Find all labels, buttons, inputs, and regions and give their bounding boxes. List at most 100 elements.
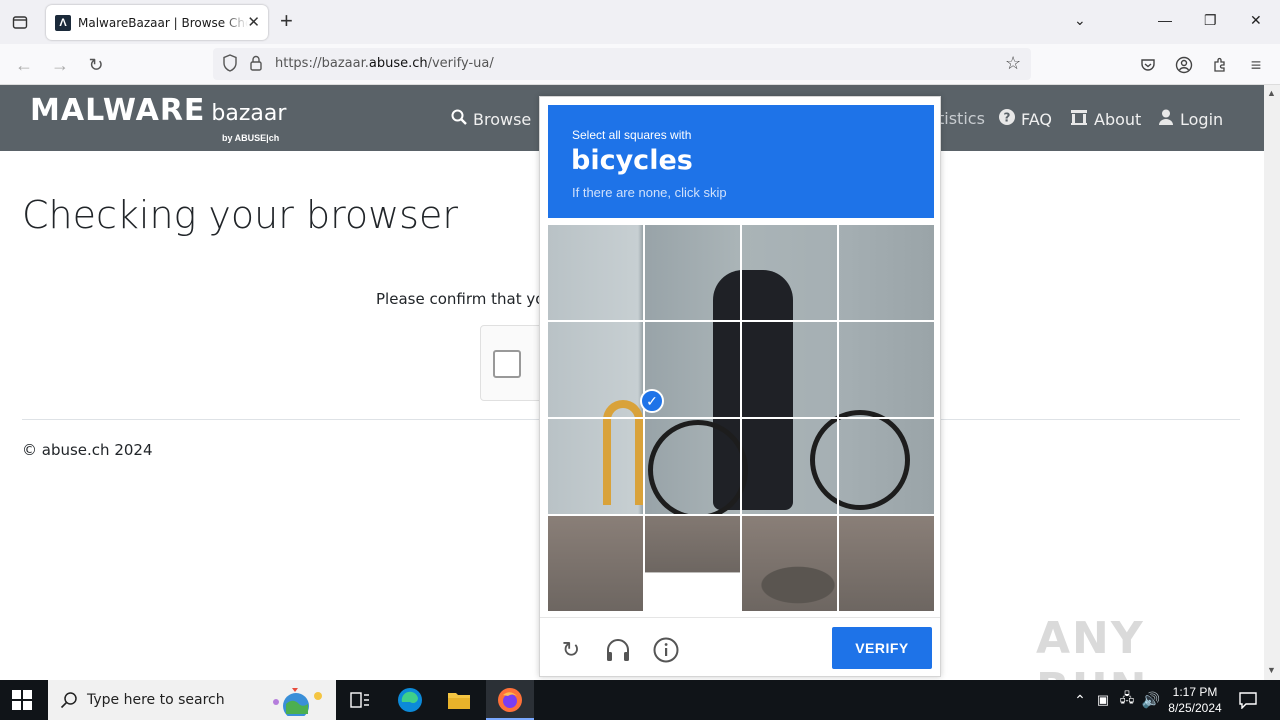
captcha-prompt-text: Select all squares with <box>572 128 692 142</box>
nav-browse[interactable]: Browse <box>451 109 531 129</box>
bollard <box>603 419 643 505</box>
captcha-tile-image <box>548 516 643 611</box>
captcha-tile-image <box>742 419 837 514</box>
captcha-tile[interactable] <box>839 516 934 611</box>
menu-hamburger-icon[interactable]: ≡ <box>1245 54 1267 76</box>
nav-login[interactable]: Login <box>1158 109 1223 129</box>
captcha-tile[interactable] <box>839 419 934 514</box>
tab-malwarebazaar[interactable]: Λ MalwareBazaar | Browse Checkin ✕ <box>46 5 268 40</box>
scroll-down-arrow-icon[interactable]: ▼ <box>1267 665 1276 675</box>
volume-icon[interactable]: 🔊 <box>1137 686 1165 714</box>
nav-login-label: Login <box>1180 109 1224 129</box>
captcha-tile[interactable] <box>548 225 643 320</box>
firefox-icon[interactable] <box>496 686 524 714</box>
captcha-tile-image <box>645 225 740 320</box>
captcha-tile[interactable] <box>645 225 740 320</box>
scroll-up-arrow-icon[interactable]: ▲ <box>1267 88 1276 98</box>
notification-center-icon[interactable] <box>1234 686 1262 714</box>
captcha-tile[interactable] <box>839 322 934 417</box>
captcha-challenge: Select all squares with bicycles If ther… <box>539 96 941 677</box>
verify-button[interactable]: VERIFY <box>832 627 932 669</box>
nav-about[interactable]: About <box>1070 109 1141 129</box>
browser-navbar: ← → ↻ https://bazaar.abuse.ch/verify-ua/… <box>0 44 1280 85</box>
hcaptcha-checkbox[interactable] <box>493 350 521 378</box>
info-icon[interactable] <box>652 636 680 664</box>
cyclist-figure <box>713 322 740 417</box>
site-favicon-icon: Λ <box>55 14 71 31</box>
captcha-skip-hint: If there are none, click skip <box>572 185 727 200</box>
extensions-icon[interactable] <box>1209 54 1231 76</box>
captcha-tile-image <box>548 322 643 417</box>
captcha-tile-image <box>645 516 740 573</box>
clock-date: 8/25/2024 <box>1168 701 1222 715</box>
captcha-tile[interactable] <box>742 322 837 417</box>
captcha-tile-image <box>839 225 934 320</box>
taskbar-search-box[interactable]: Type here to search <box>48 680 336 720</box>
captcha-prompt-header: Select all squares with bicycles If ther… <box>548 105 934 218</box>
nav-faq-label: FAQ <box>1021 109 1052 129</box>
captcha-tile-image <box>548 225 643 320</box>
close-window-button[interactable]: ✕ <box>1250 12 1262 29</box>
task-view-icon[interactable] <box>346 686 374 714</box>
captcha-tile[interactable] <box>742 516 837 611</box>
bicycle-wheel <box>648 420 740 514</box>
captcha-tile[interactable] <box>742 225 837 320</box>
forward-arrow-icon[interactable]: → <box>49 54 71 76</box>
edge-browser-icon[interactable] <box>396 686 424 714</box>
captcha-tile[interactable] <box>548 322 643 417</box>
account-icon[interactable] <box>1173 54 1195 76</box>
captcha-tile[interactable] <box>548 419 643 514</box>
captcha-tile[interactable] <box>645 516 740 611</box>
url-bar[interactable]: https://bazaar.abuse.ch/verify-ua/ ☆ <box>213 48 1031 80</box>
captcha-tile-image <box>742 322 837 417</box>
shield-icon[interactable] <box>222 54 238 77</box>
bicycle-wheel <box>839 419 910 510</box>
captcha-tile-image <box>645 419 740 514</box>
pocket-icon[interactable] <box>1137 54 1159 76</box>
tab-list-icon[interactable] <box>8 10 32 34</box>
refresh-icon[interactable]: ↻ <box>557 636 585 664</box>
url-text[interactable]: https://bazaar.abuse.ch/verify-ua/ <box>275 56 494 71</box>
new-tab-button[interactable]: + <box>280 10 293 32</box>
captcha-target-object: bicycles <box>571 145 693 176</box>
page-title: Checking your browser <box>22 193 458 237</box>
user-icon <box>1158 109 1174 129</box>
nav-faq[interactable]: ? FAQ <box>999 109 1052 129</box>
bicycle-wheel <box>810 410 837 417</box>
nav-statistics[interactable]: tistics <box>938 109 985 128</box>
file-explorer-icon[interactable] <box>445 686 473 714</box>
anyrun-watermark: ANY RUN <box>1036 613 1146 680</box>
cyclist-figure <box>742 270 793 320</box>
browser-tabbar: Λ MalwareBazaar | Browse Checkin ✕ + ⌄ —… <box>0 0 1280 44</box>
taskbar-clock[interactable]: 1:17 PM 8/25/2024 <box>1162 684 1228 716</box>
back-arrow-icon[interactable]: ← <box>13 54 35 76</box>
minimize-button[interactable]: — <box>1158 12 1172 28</box>
cyclist-figure <box>742 419 793 510</box>
tab-overflow-chevron-icon[interactable]: ⌄ <box>1074 12 1086 29</box>
logo-by: by ABUSE|ch <box>222 133 280 143</box>
search-icon <box>451 109 467 129</box>
building-icon <box>1070 109 1088 129</box>
reload-icon[interactable]: ↻ <box>85 54 107 76</box>
captcha-tile[interactable] <box>645 419 740 514</box>
captcha-tile[interactable] <box>548 516 643 611</box>
audio-headphones-icon[interactable] <box>604 636 632 664</box>
captcha-tile[interactable] <box>839 225 934 320</box>
restore-button[interactable]: ❐ <box>1204 12 1217 29</box>
captcha-tile-image <box>742 225 837 320</box>
captcha-tile[interactable] <box>742 419 837 514</box>
captcha-tile-image <box>548 419 643 514</box>
tab-close-icon[interactable]: ✕ <box>247 13 260 31</box>
logo-sub: bazaar <box>211 101 287 126</box>
bookmark-star-icon[interactable]: ☆ <box>1005 53 1021 74</box>
windows-start-icon[interactable] <box>12 690 32 710</box>
bicycle-wheel <box>839 410 910 417</box>
malwarebazaar-logo[interactable]: MALWARE bazaar by ABUSE|ch <box>30 93 287 143</box>
search-highlights-globe-icon <box>262 684 330 719</box>
confirm-text: Please confirm that you <box>376 290 554 308</box>
page-scrollbar[interactable]: ▲ ▼ <box>1264 85 1280 680</box>
svg-text:?: ? <box>1004 111 1011 125</box>
lock-icon[interactable] <box>249 54 263 77</box>
bollard <box>603 400 643 417</box>
bicycle-wheel <box>742 516 748 520</box>
